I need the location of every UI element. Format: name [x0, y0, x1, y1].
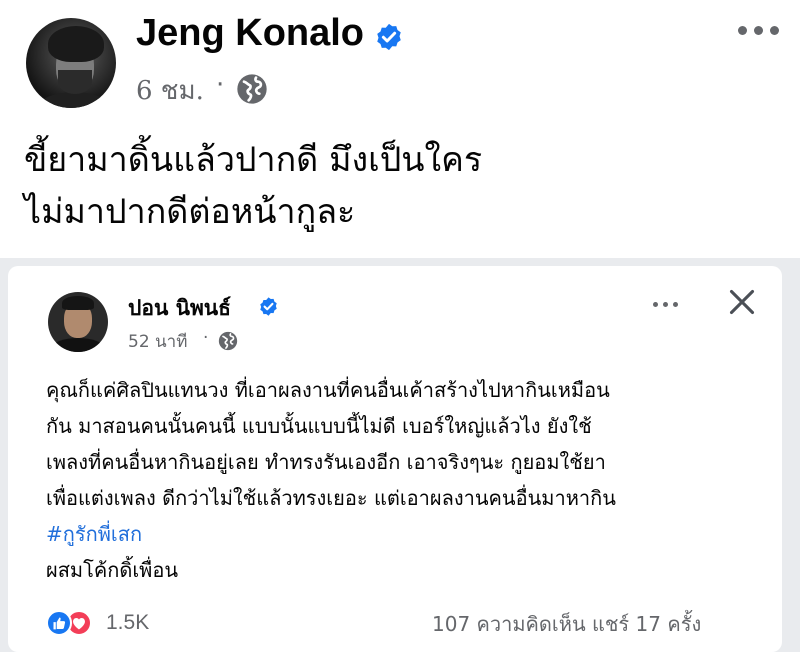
shared-post-line: คุณก็แค่ศิลปินแทนวง ที่เอาผลงานที่คนอื่น… [46, 378, 610, 402]
outer-author-name[interactable]: Jeng Konalo [136, 12, 364, 55]
shared-post-line: กัน มาสอนคนนั้นคนนี้ แบบนั้นแบบนี้ไม่ดี … [46, 414, 592, 438]
outer-post-line: ขี้ยามาดิ้นแล้วปากดี มึงเป็นใคร [24, 140, 483, 180]
verified-badge-icon [377, 23, 401, 51]
outer-post-header [0, 0, 800, 120]
shared-post-line: เพลงที่คนอื่นหากินอยู่เลย ทำทรงรันเองอีก… [46, 450, 606, 474]
shared-author-name[interactable]: ปอน นิพนธ์ [128, 292, 231, 325]
like-reaction-icon [46, 610, 72, 636]
shared-post-line: เพื่อแต่งเพลง ดีกว่าไม่ใช้แล้วทรงเยอะ แต… [46, 486, 616, 510]
verified-badge-icon [260, 297, 277, 316]
comments-shares-count[interactable]: 107 ความคิดเห็น แชร์ 17 ครั้ง [432, 608, 701, 640]
shared-timestamp[interactable]: 52 นาที [128, 328, 187, 355]
outer-author-avatar[interactable] [26, 18, 116, 108]
globe-icon [218, 331, 238, 351]
outer-post-text: ขี้ยามาดิ้นแล้วปากดี มึงเป็นใคร ไม่มาปาก… [24, 134, 784, 238]
shared-author-avatar[interactable] [48, 292, 108, 352]
shared-post-text: คุณก็แค่ศิลปินแทนวง ที่เอาผลงานที่คนอื่น… [46, 372, 766, 588]
hashtag-link[interactable]: #กูรักพี่เสก [46, 516, 766, 552]
outer-post-line: ไม่มาปากดีต่อหน้ากูละ [24, 192, 356, 232]
outer-meta-separator: · [216, 70, 225, 100]
globe-icon [237, 74, 267, 104]
close-icon[interactable] [728, 288, 756, 316]
more-options-icon[interactable] [651, 298, 681, 312]
reaction-count[interactable]: 1.5K [106, 611, 149, 635]
outer-timestamp[interactable]: 6 ชม. [136, 70, 204, 111]
shared-meta-separator: · [203, 328, 209, 348]
more-options-icon[interactable] [734, 18, 784, 42]
shared-post-line: ผสมโค้กดิ้เพื่อน [46, 558, 179, 582]
